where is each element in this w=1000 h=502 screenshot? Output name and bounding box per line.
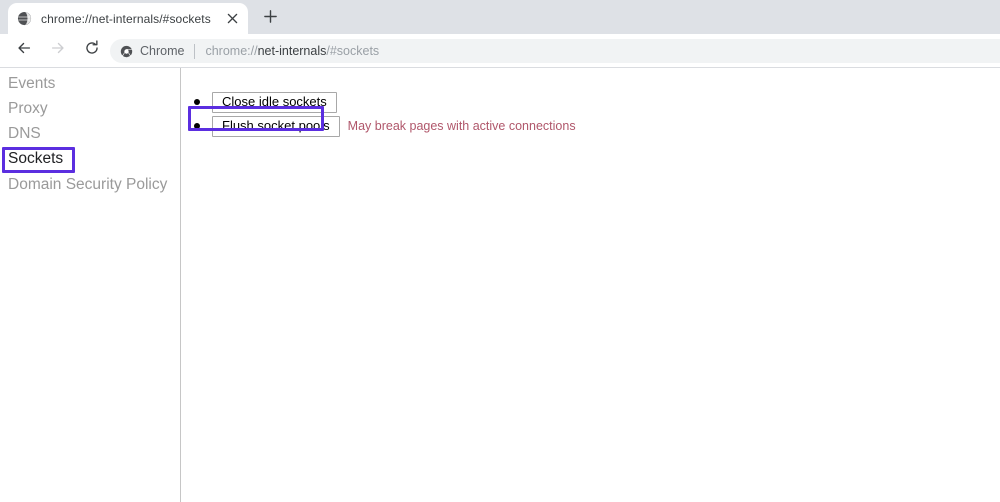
url-suffix: /#sockets: [326, 44, 380, 58]
sidebar-selection-highlight: [2, 147, 75, 173]
globe-icon: [16, 11, 32, 27]
reload-button[interactable]: [78, 37, 106, 65]
new-tab-button[interactable]: [259, 8, 281, 30]
browser-window: chrome://net-internals/#sockets Chrome c…: [0, 0, 1000, 502]
arrow-left-icon: [15, 39, 33, 62]
address-bar[interactable]: Chrome chrome://net-internals/#sockets: [110, 39, 1000, 63]
flush-socket-pools-warning: May break pages with active connections: [347, 119, 576, 133]
sidebar-item-proxy[interactable]: Proxy: [8, 100, 48, 118]
url-prefix: chrome://: [205, 44, 258, 58]
address-bar-url: chrome://net-internals/#sockets: [205, 44, 379, 58]
origin-chip-label: Chrome: [140, 44, 185, 58]
browser-toolbar: Chrome chrome://net-internals/#sockets: [0, 34, 1000, 68]
sidebar-item-dns[interactable]: DNS: [8, 125, 41, 143]
back-button[interactable]: [10, 37, 38, 65]
reload-icon: [83, 39, 101, 62]
omnibox-separator: [194, 43, 196, 59]
tab-title: chrome://net-internals/#sockets: [41, 11, 211, 26]
bullet-icon: [194, 99, 200, 105]
plus-icon: [263, 9, 278, 29]
tab-strip: chrome://net-internals/#sockets: [0, 0, 1000, 34]
list-item: Flush socket pools May break pages with …: [188, 106, 576, 138]
arrow-right-icon: [49, 39, 67, 62]
forward-button: [44, 37, 72, 65]
main-content: Close idle sockets Flush socket pools Ma…: [182, 68, 1000, 502]
page-body: Events Proxy DNS Sockets Domain Security…: [0, 68, 1000, 502]
browser-tab[interactable]: chrome://net-internals/#sockets: [8, 3, 248, 34]
sidebar-item-events[interactable]: Events: [8, 75, 55, 93]
sidebar-nav: Events Proxy DNS Sockets Domain Security…: [0, 68, 181, 502]
origin-chip[interactable]: Chrome: [119, 44, 184, 58]
socket-actions-list: Close idle sockets Flush socket pools Ma…: [188, 90, 576, 138]
flush-button-highlight: [188, 106, 324, 131]
chrome-logo-icon: [119, 44, 133, 58]
close-icon[interactable]: [224, 11, 240, 27]
url-host: net-internals: [257, 44, 327, 58]
sidebar-item-domain-security-policy[interactable]: Domain Security Policy: [8, 176, 167, 194]
